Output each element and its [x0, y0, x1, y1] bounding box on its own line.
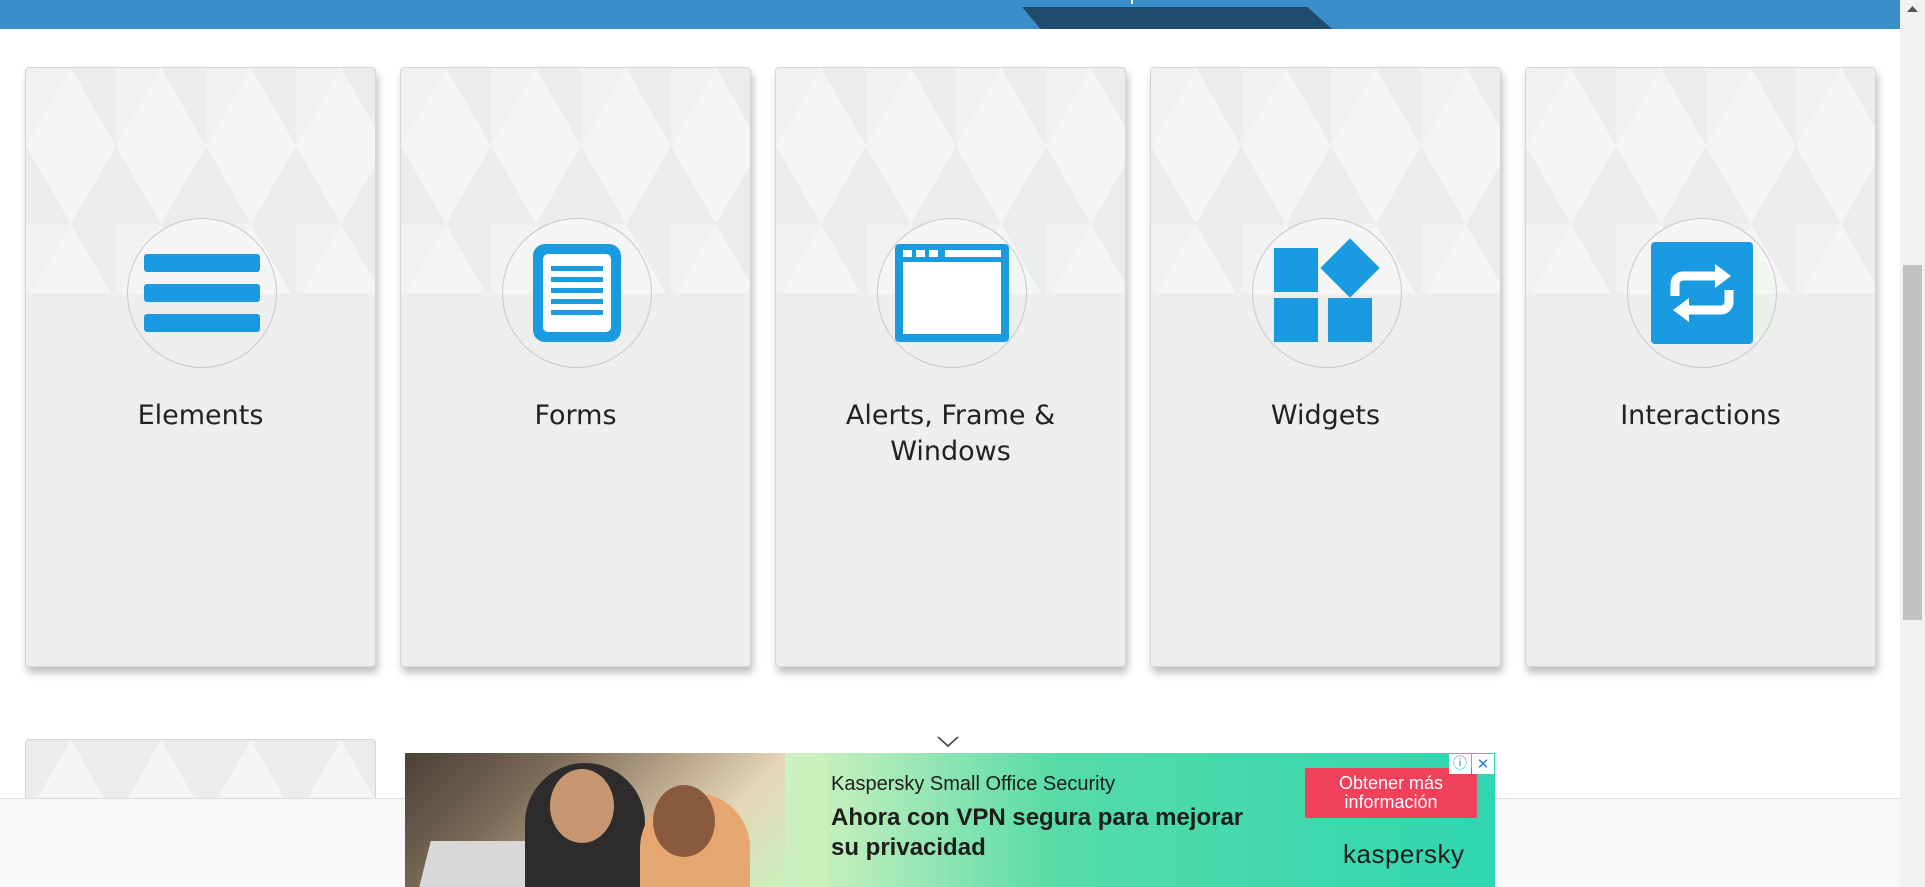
scrollbar-thumb[interactable]: [1903, 265, 1922, 620]
card-avatar: [1251, 218, 1402, 368]
card-alerts-frame-windows[interactable]: Alerts, Frame & Windows: [775, 67, 1126, 667]
chevron-down-icon[interactable]: [936, 735, 960, 749]
card-title: Widgets: [1270, 400, 1381, 431]
ad-brand-line: Kaspersky Small Office Security: [831, 773, 1116, 795]
vertical-scrollbar[interactable]: [1900, 0, 1925, 887]
ad-photo-face: [653, 785, 715, 857]
interactions-arrows-icon: [1650, 242, 1753, 344]
card-avatar: [1626, 218, 1777, 368]
card-interactions[interactable]: Interactions: [1525, 67, 1876, 667]
card-title: Interactions: [1620, 400, 1781, 431]
card-widgets[interactable]: Widgets: [1150, 67, 1501, 667]
card-avatar: [501, 218, 652, 368]
ad-photo-laptop: [419, 841, 541, 887]
ad-cta-button[interactable]: Obtener más información: [1305, 768, 1477, 818]
card-title: Alerts, Frame & Windows: [845, 400, 1056, 467]
card-title: Elements: [137, 400, 264, 431]
ad-logo: kaspersky: [1343, 839, 1465, 869]
close-icon[interactable]: ✕: [1472, 754, 1494, 774]
card-avatar: [876, 218, 1027, 368]
card-title: Forms: [534, 400, 617, 431]
card-partial-next-row[interactable]: [25, 739, 376, 800]
document-form-icon: [532, 244, 621, 342]
widgets-blocks-icon: [1273, 238, 1380, 342]
card-forms[interactable]: Forms: [400, 67, 751, 667]
card-avatar: [126, 218, 277, 368]
card-elements[interactable]: Elements: [25, 67, 376, 667]
hamburger-list-icon: [143, 254, 260, 332]
info-icon[interactable]: ⓘ: [1449, 754, 1471, 774]
ad-headline: Ahora con VPN segura para mejorar su pri…: [831, 804, 1244, 861]
page: Elements Forms Alerts, Frame & Windows W…: [0, 0, 1925, 887]
header-bar: [0, 0, 1900, 29]
header-tab: [1022, 7, 1332, 29]
ad-photo-face: [550, 769, 614, 843]
header-tab-mark: [1131, 0, 1133, 4]
ad-photo: [405, 753, 785, 887]
scroll-up-arrow-icon[interactable]: [1900, 0, 1925, 17]
browser-window-icon: [894, 244, 1009, 342]
ad-banner[interactable]: Kaspersky Small Office Security Ahora co…: [405, 753, 1495, 887]
